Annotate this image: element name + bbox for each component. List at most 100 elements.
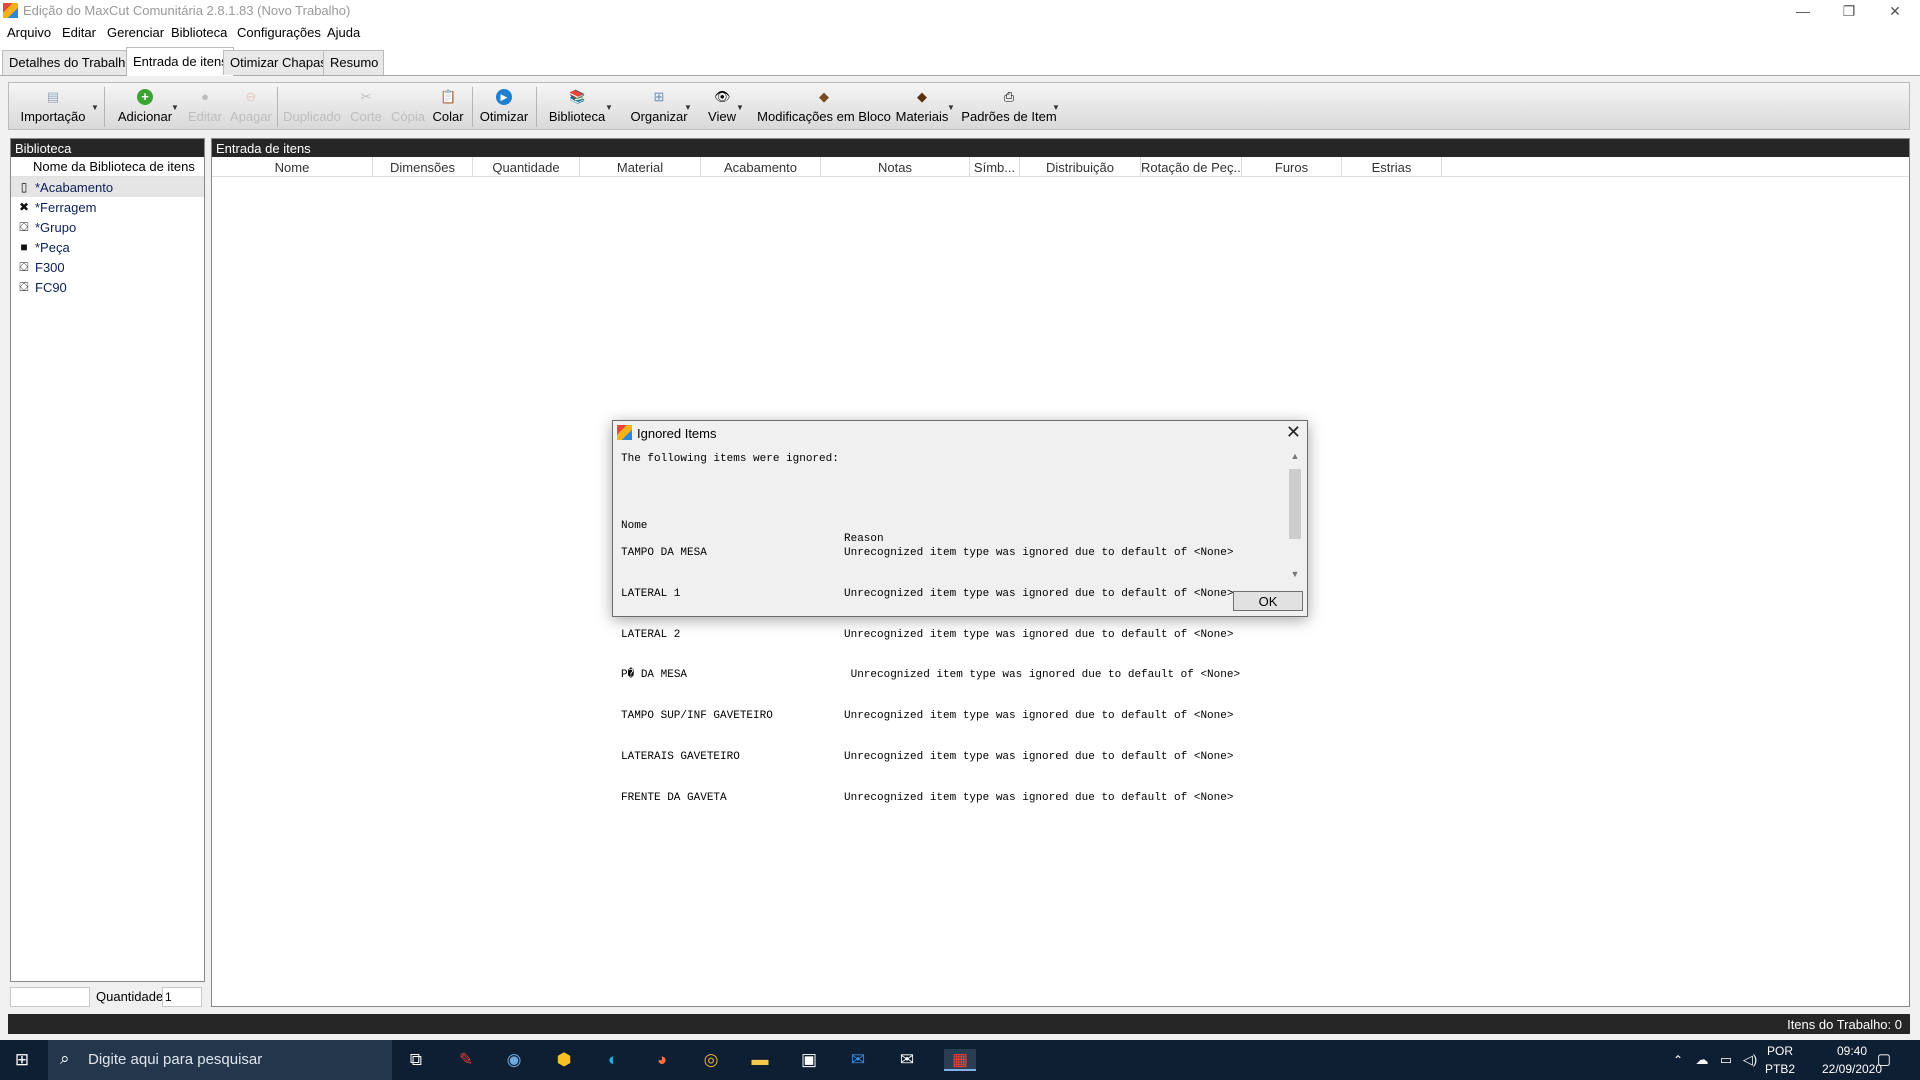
materials-dropdown-icon[interactable]: ▼ (947, 103, 955, 112)
library-item-grupo[interactable]: ⛋ *Grupo (11, 217, 204, 237)
column-notas[interactable]: Notas (821, 157, 970, 177)
menu-gerenciar[interactable]: Gerenciar (107, 25, 164, 40)
tab-otimizar-chapas[interactable]: Otimizar Chapas (223, 50, 333, 75)
library-column-header[interactable]: Nome da Biblioteca de itens (11, 157, 204, 177)
chevron-up-icon[interactable]: ⌃ (1666, 1049, 1690, 1071)
folder-icon[interactable]: ▬ (748, 1049, 772, 1071)
column-material[interactable]: Material (580, 157, 701, 177)
add-icon: + (137, 89, 153, 105)
taskbar-search[interactable]: ⌕ Digite aqui para pesquisar (48, 1040, 392, 1080)
list-item: TAMPO DA MESA Unrecognized item type was … (621, 546, 1234, 559)
column-distribuicao[interactable]: Distribuição (1020, 157, 1141, 177)
materials-button[interactable]: ◆ Materiais (889, 87, 955, 127)
library-panel: Biblioteca Nome da Biblioteca de itens ▯… (10, 138, 205, 982)
edge-icon[interactable]: ◐ (601, 1049, 625, 1071)
column-dimensoes[interactable]: Dimensões (373, 157, 473, 177)
toolbar-separator (277, 87, 278, 127)
list-header-name: Nome (621, 519, 648, 532)
library-item-ferragem[interactable]: ✖ *Ferragem (11, 197, 204, 217)
mail-app-icon[interactable]: ✉ (895, 1049, 919, 1071)
dialog-close-icon[interactable]: ✕ (1286, 422, 1301, 443)
search-placeholder: Digite aqui para pesquisar (88, 1051, 263, 1068)
notifications-icon[interactable]: ▢ (1872, 1049, 1896, 1071)
finish-icon: ▯ (20, 180, 28, 194)
library-item-fc90[interactable]: ⛋ FC90 (11, 277, 204, 297)
copy-button[interactable]: Cópia (389, 87, 427, 127)
menu-editar[interactable]: Editar (62, 25, 96, 40)
tab-detalhes-do-trabalho[interactable]: Detalhes do Trabalho (2, 50, 139, 75)
menu-ajuda[interactable]: Ajuda (327, 25, 360, 40)
quantity-label: Quantidade (96, 989, 164, 1004)
column-simbolo[interactable]: Símb... (970, 157, 1020, 177)
menu-arquivo[interactable]: Arquivo (7, 25, 51, 40)
scroll-up-icon[interactable]: ▲ (1287, 451, 1303, 461)
library-item-peca[interactable]: ■ *Peça (11, 237, 204, 257)
column-nome[interactable]: Nome (212, 157, 373, 177)
library-item-acabamento[interactable]: ▯ *Acabamento (11, 177, 204, 197)
column-rotacao[interactable]: Rotação de Peç... (1141, 157, 1242, 177)
import-button[interactable]: ▤ Importação (18, 87, 88, 127)
minimize-button[interactable]: — (1780, 0, 1826, 22)
keyboard-layout[interactable]: PTB2 (1765, 1062, 1795, 1076)
maxcut-taskbar-icon[interactable]: ▦ (944, 1049, 976, 1071)
item-defaults-dropdown-icon[interactable]: ▼ (1052, 103, 1060, 112)
block-modifications-button[interactable]: ◆ Modificações em Bloco (751, 87, 897, 127)
quantity-input[interactable] (162, 987, 202, 1007)
library-button[interactable]: 📚 Biblioteca (541, 87, 613, 127)
edit-icon: ● (201, 89, 209, 104)
network-icon[interactable]: ▭ (1714, 1049, 1738, 1071)
column-estrias[interactable]: Estrias (1342, 157, 1442, 177)
item-defaults-button[interactable]: ⎙ Padrões de Item (961, 87, 1057, 127)
duplicate-button[interactable]: Duplicado (281, 87, 343, 127)
scroll-down-icon[interactable]: ▼ (1287, 569, 1303, 579)
library-dropdown-icon[interactable]: ▼ (605, 103, 613, 112)
cut-button[interactable]: ✂ Corte (347, 87, 385, 127)
column-quantidade[interactable]: Quantidade (473, 157, 580, 177)
import-dropdown-icon[interactable]: ▼ (91, 103, 99, 112)
column-acabamento[interactable]: Acabamento (701, 157, 821, 177)
part-icon: ■ (20, 240, 28, 254)
library-search-input[interactable] (10, 987, 90, 1007)
duplicate-icon (304, 89, 320, 105)
ok-button[interactable]: OK (1233, 591, 1303, 611)
paste-icon: 📋 (440, 89, 457, 104)
menu-configuracoes[interactable]: Configurações (237, 25, 321, 40)
group-icon: ⛋ (19, 280, 29, 294)
optimize-button[interactable]: ▶ Otimizar (477, 87, 531, 127)
paste-button[interactable]: 📋 Colar (429, 87, 467, 127)
tab-entrada-de-itens[interactable]: Entrada de itens (126, 47, 234, 76)
chrome-icon[interactable]: ◎ (699, 1049, 723, 1071)
tab-resumo[interactable]: Resumo (323, 50, 385, 75)
language-code[interactable]: POR (1767, 1044, 1793, 1058)
windows-start-icon[interactable]: ⊞ (10, 1049, 34, 1071)
close-button[interactable]: ✕ (1872, 0, 1918, 22)
dialog-scrollbar[interactable]: ▲ ▼ (1287, 451, 1303, 579)
organize-icon: ⊞ (653, 89, 665, 104)
library-item-f300[interactable]: ⛋ F300 (11, 257, 204, 277)
store-icon[interactable]: ▣ (797, 1049, 821, 1071)
organize-dropdown-icon[interactable]: ▼ (684, 103, 692, 112)
eye-icon: 👁 (714, 89, 731, 104)
edit-button[interactable]: ● Editar (185, 87, 225, 127)
delete-button[interactable]: ⊖ Apagar (227, 87, 275, 127)
menu-bar: Arquivo Editar Gerenciar Biblioteca Conf… (0, 22, 1920, 44)
library-footer: Quantidade (8, 986, 204, 1008)
app-red-icon[interactable]: ✎ (454, 1049, 478, 1071)
search-icon: ⌕ (60, 1049, 70, 1068)
list-header-row: Nome Reason (621, 506, 1297, 546)
column-furos[interactable]: Furos (1242, 157, 1342, 177)
library-header: Biblioteca (11, 139, 204, 157)
cloud-icon[interactable]: ☁ (1690, 1049, 1714, 1071)
firefox-icon[interactable]: ◕ (650, 1049, 674, 1071)
add-dropdown-icon[interactable]: ▼ (171, 103, 179, 112)
scroll-thumb[interactable] (1289, 469, 1301, 539)
play-icon: ▶ (496, 89, 512, 105)
view-dropdown-icon[interactable]: ▼ (736, 103, 744, 112)
menu-biblioteca[interactable]: Biblioteca (171, 25, 227, 40)
restore-button[interactable]: ❐ (1826, 0, 1872, 22)
task-view-icon[interactable]: ⧉ (404, 1049, 428, 1071)
app-blue-icon[interactable]: ◉ (502, 1049, 526, 1071)
mail-icon[interactable]: ✉ (846, 1049, 870, 1071)
shield-icon[interactable]: ⬢ (552, 1049, 576, 1071)
volume-icon[interactable]: ◁) (1738, 1049, 1762, 1071)
